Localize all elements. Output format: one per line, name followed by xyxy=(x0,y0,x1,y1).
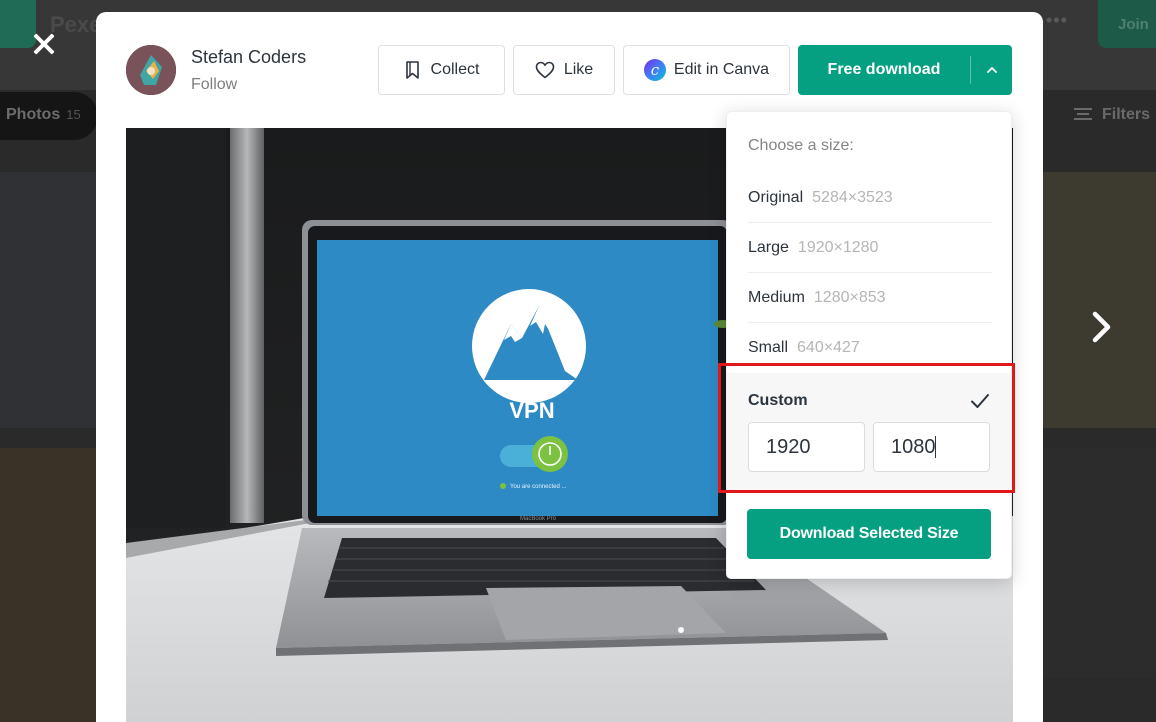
download-selected-size-button[interactable]: Download Selected Size xyxy=(747,509,991,559)
author-name[interactable]: Stefan Coders xyxy=(191,47,306,68)
background-photo-tile xyxy=(0,172,96,428)
size-option-name: Large xyxy=(748,238,789,256)
custom-width-input[interactable] xyxy=(748,422,865,472)
custom-height-input[interactable] xyxy=(873,422,990,472)
size-option-name: Original xyxy=(748,188,804,206)
custom-size-label[interactable]: Custom xyxy=(748,392,808,410)
laptop-brand-text: MacBook Pro xyxy=(520,516,557,522)
background-photo-tile xyxy=(0,448,96,722)
free-download-label[interactable]: Free download xyxy=(798,61,970,79)
screen-status-text: You are connected ... xyxy=(510,484,567,490)
dropdown-title: Choose a size: xyxy=(748,137,854,154)
next-arrow-icon[interactable] xyxy=(1086,309,1116,345)
photo-modal: Stefan Coders Follow Collect Like c Edit… xyxy=(96,12,1043,722)
like-label: Like xyxy=(563,61,594,78)
collect-label: Collect xyxy=(430,61,480,78)
size-dropdown: Choose a size: Original 5284×3523 Large … xyxy=(726,111,1013,579)
heart-icon xyxy=(535,61,555,79)
size-option-dimensions: 5284×3523 xyxy=(812,188,893,206)
free-download-button: Free download xyxy=(798,45,1012,95)
canva-label: Edit in Canva xyxy=(673,61,770,78)
size-option-custom[interactable]: Custom xyxy=(727,373,1013,493)
collect-button[interactable]: Collect xyxy=(378,45,505,95)
close-icon[interactable] xyxy=(30,30,58,58)
size-option-medium[interactable]: Medium 1280×853 xyxy=(748,273,992,323)
size-option-dimensions: 640×427 xyxy=(797,339,860,356)
size-option-dimensions: 1280×853 xyxy=(813,288,886,306)
photos-tab-label: Photos xyxy=(6,106,61,123)
text-cursor xyxy=(935,436,936,458)
follow-link[interactable]: Follow xyxy=(191,76,237,94)
avatar[interactable] xyxy=(126,45,176,95)
background-photo-tile xyxy=(1043,172,1156,428)
canva-logo-icon: c xyxy=(643,59,666,81)
checkmark-icon xyxy=(969,390,991,412)
size-option-name: Medium xyxy=(748,288,805,306)
filters-button: Filters xyxy=(1074,106,1150,124)
filters-label: Filters xyxy=(1102,106,1151,123)
more-menu-icon: ••• xyxy=(1046,10,1068,30)
screen-vpn-text: VPN xyxy=(509,398,554,423)
size-option-large[interactable]: Large 1920×1280 xyxy=(748,223,992,273)
photos-tab: Photos 15 xyxy=(0,92,98,140)
background-photo-tile xyxy=(1043,448,1156,678)
like-button[interactable]: Like xyxy=(513,45,615,95)
edit-in-canva-button[interactable]: c Edit in Canva xyxy=(623,45,790,95)
bookmark-icon xyxy=(404,60,422,80)
filters-icon xyxy=(1074,108,1092,120)
chevron-up-icon[interactable] xyxy=(971,45,1012,95)
size-option-dimensions: 1920×1280 xyxy=(797,238,879,256)
photos-tab-count: 15 xyxy=(66,107,81,122)
size-option-small[interactable]: Small 640×427 xyxy=(748,323,992,373)
join-button: Join xyxy=(1098,0,1156,48)
size-option-original[interactable]: Original 5284×3523 xyxy=(748,173,992,223)
size-option-name: Small xyxy=(748,339,789,356)
